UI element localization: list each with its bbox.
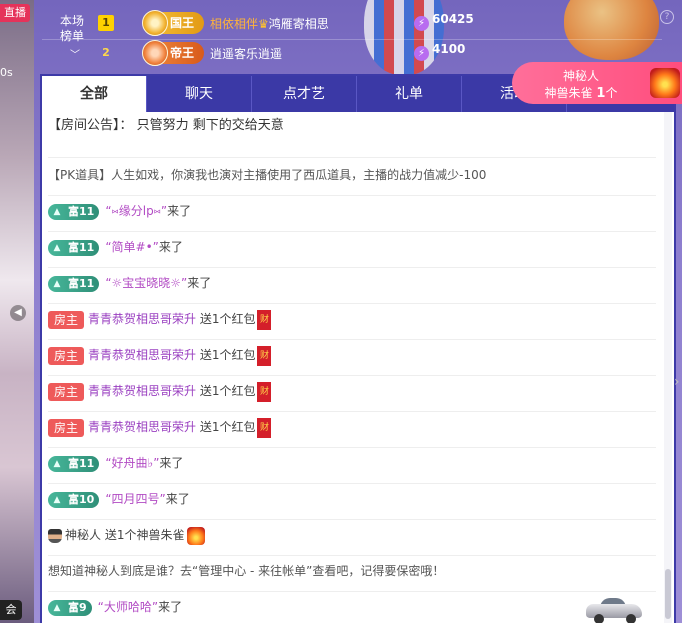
wealth-level-badge: 富11 — [48, 275, 100, 292]
ranking-board: 本场 榜单 ﹀ 1 国王 相依相伴♛鸿雁寄相思 2 帝王 逍遥客乐逍遥 — [34, 6, 674, 68]
user-name[interactable]: “四月四号” — [105, 492, 165, 506]
bottom-badge[interactable]: 会 — [0, 600, 22, 620]
room-panel: ? 本场 榜单 ﹀ 1 国王 相依相伴♛鸿雁寄相思 2 帝王 逍遥客乐逍遥 ⚡ 6 — [34, 0, 682, 623]
tab-talent[interactable]: 点才艺 — [252, 76, 357, 112]
car-entrance-icon — [586, 596, 642, 623]
list-item: 房主 青青恭贺相思哥荣升 送1个红包财 — [48, 304, 656, 340]
chat-box: 全部 聊天 点才艺 礼单 活动 【房间公告】： 只管努力 剩下的交给天意 【PK… — [40, 74, 676, 623]
king-badge: 国王 — [142, 10, 204, 36]
user-name: 神秘人 — [65, 528, 102, 542]
strip-text: 0s — [0, 66, 13, 79]
list-item: 富10“四月四号”来了 — [48, 484, 656, 520]
wealth-level-badge: 富10 — [48, 491, 100, 508]
lightning-icon: ⚡ — [414, 16, 429, 31]
score-2: ⚡ 4100 — [414, 42, 465, 61]
chevron-right-icon[interactable]: › — [674, 374, 682, 390]
mystery-gift-text: 神兽朱雀 1个 — [544, 86, 618, 101]
mystery-person-icon — [48, 528, 62, 543]
rank-name: 逍遥客乐逍遥 — [210, 47, 283, 61]
red-envelope-icon: 财 — [257, 417, 272, 438]
user-name[interactable]: 青青恭贺相思哥荣升 — [88, 312, 196, 326]
crown-icon: ♛ — [258, 17, 269, 31]
live-tag: 直播 — [0, 4, 30, 22]
phoenix-gift-icon — [187, 526, 206, 545]
list-item: 富9“大师哈哈”来了 — [48, 592, 656, 623]
tab-chat[interactable]: 聊天 — [147, 76, 252, 112]
host-badge: 房主 — [48, 418, 85, 437]
scrollbar-thumb[interactable] — [665, 569, 671, 619]
rank-number: 1 — [98, 15, 114, 31]
chevron-down-icon[interactable]: ﹀ — [70, 46, 80, 61]
mystery-gift-banner[interactable]: 神秘人 神兽朱雀 1个 — [512, 62, 682, 104]
host-badge: 房主 — [48, 382, 85, 401]
mystery-sender: 神秘人 — [562, 69, 599, 83]
red-envelope-icon: 财 — [257, 309, 272, 330]
red-envelope-icon: 财 — [257, 381, 272, 402]
rank-name: 相依相伴♛鸿雁寄相思 — [210, 17, 329, 31]
message-list: 【房间公告】： 只管努力 剩下的交给天意 【PK道具】人生如戏，你演我也演对主播… — [42, 112, 662, 623]
list-item: 富11“⑅缘分lp⑅”来了 — [48, 196, 656, 232]
host-badge: 房主 — [48, 310, 85, 329]
chat-scrollbar[interactable] — [664, 112, 672, 623]
emperor-badge: 帝王 — [142, 40, 204, 66]
lightning-icon: ⚡ — [414, 46, 429, 61]
list-item: 房主 青青恭贺相思哥荣升 送1个红包财 — [48, 412, 656, 448]
score-1: ⚡ 60425 — [414, 12, 474, 31]
user-name[interactable]: “简单#•” — [105, 240, 159, 254]
wealth-level-badge: 富9 — [48, 599, 92, 616]
list-item: 神秘人 送1个神兽朱雀 — [48, 520, 656, 556]
room-announcement: 【房间公告】： 只管努力 剩下的交给天意 — [48, 112, 656, 158]
rank-number: 2 — [102, 46, 110, 59]
tab-all[interactable]: 全部 — [42, 76, 147, 112]
wealth-level-badge: 富11 — [48, 239, 100, 256]
phoenix-gift-icon — [650, 68, 680, 98]
list-item: 富11“☼宝宝晓晓☼”来了 — [48, 268, 656, 304]
tab-gift-list[interactable]: 礼单 — [357, 76, 462, 112]
host-badge: 房主 — [48, 346, 85, 365]
emperor-emblem-icon — [142, 40, 168, 66]
user-name[interactable]: “☼宝宝晓晓☼” — [105, 276, 187, 290]
list-item: 富11“简单#•”来了 — [48, 232, 656, 268]
user-name[interactable]: “大师哈哈” — [98, 600, 158, 614]
king-emblem-icon — [142, 10, 168, 36]
user-name[interactable]: 青青恭贺相思哥荣升 — [88, 384, 196, 398]
list-item: 房主 青青恭贺相思哥荣升 送1个红包财 — [48, 340, 656, 376]
video-preview-strip[interactable]: 直播 0s ◀ 会 — [0, 0, 34, 623]
red-envelope-icon: 财 — [257, 345, 272, 366]
speaker-icon[interactable]: ◀ — [10, 305, 26, 321]
wealth-level-badge: 富11 — [48, 203, 100, 220]
user-name[interactable]: 青青恭贺相思哥荣升 — [88, 348, 196, 362]
list-item: 【PK道具】人生如戏，你演我也演对主播使用了西瓜道具，主播的战力值减少-100 — [48, 160, 656, 196]
list-item: 想知道神秘人到底是谁？去“管理中心 - 来往帐单”查看吧，记得要保密哦！ — [48, 556, 656, 592]
divider — [42, 39, 662, 40]
list-item: 富11“好舟曲♭”来了 — [48, 448, 656, 484]
list-item: 房主 青青恭贺相思哥荣升 送1个红包财 — [48, 376, 656, 412]
user-name[interactable]: “好舟曲♭” — [105, 456, 159, 470]
wealth-level-badge: 富11 — [48, 455, 100, 472]
user-name[interactable]: “⑅缘分lp⑅” — [105, 204, 167, 218]
user-name[interactable]: 青青恭贺相思哥荣升 — [88, 420, 196, 434]
